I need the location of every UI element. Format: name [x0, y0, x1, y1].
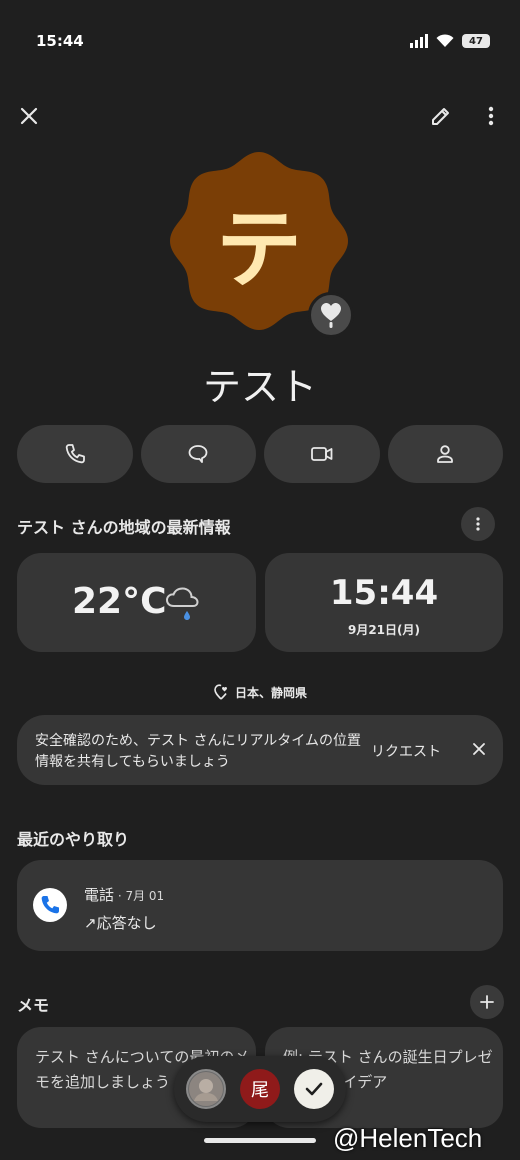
video-call-button[interactable]: [264, 425, 380, 483]
location-share-banner: 安全確認のため、テスト さんにリアルタイムの位置情報を共有してもらいましょう リ…: [17, 715, 503, 785]
local-info-more-button[interactable]: [461, 507, 495, 541]
call-status: ↗応答なし: [84, 914, 157, 932]
favorite-button[interactable]: [308, 292, 354, 338]
heart-icon: [321, 303, 341, 328]
phone-icon: [65, 444, 85, 464]
edit-button[interactable]: [421, 96, 461, 136]
add-memo-button[interactable]: [470, 985, 504, 1019]
local-info-title: テスト さんの地域の最新情報: [17, 518, 231, 537]
chat-head-avatar[interactable]: [186, 1069, 226, 1109]
chat-head-badge[interactable]: 尾: [240, 1069, 280, 1109]
watermark: @HelenTech: [333, 1123, 483, 1153]
close-button[interactable]: [9, 96, 49, 136]
status-time: 15:44: [36, 32, 84, 50]
quick-actions: [17, 425, 503, 483]
more-options-button[interactable]: [471, 96, 511, 136]
location-text: 日本、静岡県: [234, 685, 307, 700]
plus-icon: [480, 995, 494, 1009]
avatar-image-icon: [189, 1072, 223, 1106]
close-icon: [473, 743, 485, 755]
banner-close-button[interactable]: [469, 739, 489, 759]
location-heart-icon: [214, 684, 227, 700]
more-vert-icon: [476, 517, 480, 531]
battery-indicator: 47: [462, 34, 490, 48]
call-type: 電話: [84, 886, 115, 904]
local-date: 9月21日(月): [347, 623, 421, 637]
message-button[interactable]: [140, 425, 256, 483]
edit-pencil-icon: [432, 108, 449, 125]
person-icon: [437, 445, 454, 463]
weather-card[interactable]: 22°C: [17, 553, 256, 652]
call-info: 電話 · 7月 01: [84, 884, 164, 905]
call-button[interactable]: [17, 425, 133, 483]
wifi-icon: [436, 34, 454, 47]
floating-toolbar: 尾: [174, 1056, 346, 1122]
status-icons: 47: [410, 34, 490, 48]
recent-call-card[interactable]: 電話 · 7月 01 ↗応答なし: [17, 860, 503, 951]
cloud-rain-icon: [165, 587, 199, 620]
phone-icon: [41, 896, 59, 914]
home-indicator[interactable]: [204, 1138, 316, 1143]
location-share-text: 安全確認のため、テスト さんにリアルタイムの位置情報を共有してもらいましょう: [35, 733, 362, 770]
contact-name: テスト: [202, 365, 317, 409]
local-time: 15:44: [329, 573, 439, 613]
request-button[interactable]: リクエスト: [371, 741, 441, 761]
more-vert-icon: [488, 106, 494, 126]
status-bar: 15:44 47: [0, 0, 520, 84]
contact-info-button[interactable]: [387, 425, 503, 483]
call-date: · 7月 01: [114, 889, 165, 903]
check-icon: [305, 1082, 323, 1096]
video-icon: [310, 447, 333, 461]
temperature: 22°C: [72, 581, 167, 622]
recent-title: 最近のやり取り: [17, 830, 130, 849]
confirm-button[interactable]: [294, 1069, 334, 1109]
signal-icon: [410, 34, 428, 48]
call-app-icon: [33, 888, 67, 922]
clock-card[interactable]: 15:44 9月21日(月): [265, 553, 503, 652]
close-icon: [20, 107, 38, 125]
memo-title: メモ: [17, 996, 50, 1015]
contact-avatar[interactable]: テ: [168, 150, 354, 338]
location-line: 日本、静岡県: [0, 683, 520, 701]
message-icon: [188, 445, 208, 463]
